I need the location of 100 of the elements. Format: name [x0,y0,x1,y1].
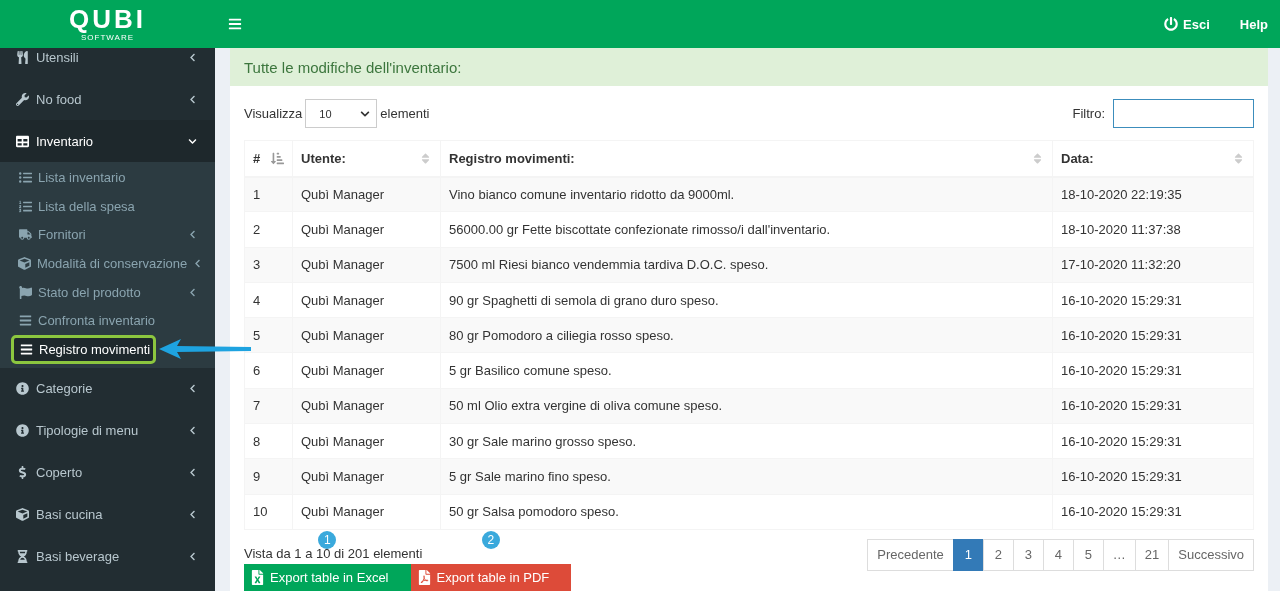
chevron-left-icon [188,468,197,478]
export-pdf-button[interactable]: Export table in PDF [410,563,572,591]
sidebar-item[interactable]: Categorie [0,367,215,410]
table-cell: 7500 ml Riesi bianco vendemmia tardiva D.O.C. speso. [440,247,1053,283]
chevron-left-icon [188,287,197,297]
chevron-down-icon [360,108,371,119]
table-cell: 16-10-2020 15:29:31 [1052,282,1254,318]
panel-title: Tutte le modifiche dell'inventario: [230,48,1268,86]
filter-field[interactable] [1113,99,1254,128]
table-cell: Qubì Manager [292,458,441,495]
pagination-button[interactable]: 3 [1012,538,1044,571]
excel-file-icon [250,570,265,586]
pagination-button[interactable]: Successivo [1168,538,1254,571]
number-badge: 2 [481,530,500,549]
table-cell: 10 [244,494,293,530]
help-link[interactable]: Help [1239,16,1268,32]
submenu-item[interactable]: Lista inventario [18,163,197,192]
table-cell: 6 [244,353,293,389]
cube-icon [15,508,29,522]
logo-text: QUBI [69,5,146,33]
sidebar-item[interactable]: Basi cucina [0,493,215,536]
column-header[interactable]: # [244,140,293,177]
info-icon [15,424,29,438]
table-cell: 16-10-2020 15:29:31 [1052,353,1254,389]
table-cell: Qubì Manager [292,211,441,248]
numbered-list-icon [18,199,32,213]
table-cell: 50 gr Salsa pomodoro speso. [440,494,1053,530]
table-cell: 3 [244,247,293,283]
table-cell: 16-10-2020 15:29:31 [1052,388,1254,424]
flag-icon [18,285,32,299]
table-cell: 5 gr Basilico comune speso. [440,353,1053,389]
sidebar-item[interactable]: Tipologie di menu [0,409,215,452]
info-icon [15,382,29,396]
wrench-icon [15,92,29,106]
table-cell: 16-10-2020 15:29:31 [1052,494,1254,530]
table-cell: Qubì Manager [292,247,441,283]
pagination-button[interactable]: 5 [1072,538,1104,571]
truck-icon [18,228,32,242]
pagination-button[interactable]: 1 [952,538,984,571]
pagination-button[interactable]: … [1102,538,1136,571]
sidebar-item[interactable]: No food [0,78,215,120]
cube-icon [18,256,31,270]
sidebar-item[interactable]: Utensili [0,48,215,78]
table-cell: 8 [244,423,293,459]
table-cell: 1 [244,176,293,212]
submenu-item[interactable]: Modalità di conservazione [18,249,197,278]
table-cell: Qubì Manager [292,494,441,530]
submenu-item[interactable]: Stato del prodotto [18,277,197,307]
logout-link[interactable]: Esci [1164,16,1210,32]
pagination-button[interactable]: 2 [982,538,1014,571]
chevron-left-icon [188,384,197,394]
table-cell: 5 gr Sale marino fino speso. [440,458,1053,495]
menu-icon[interactable] [228,17,242,31]
column-header[interactable]: Registro movimenti: [440,140,1053,177]
table-cell: 30 gr Sale marino grosso speso. [440,423,1053,459]
number-badge: 1 [318,530,337,549]
table-cell: 4 [244,282,293,318]
pagination-button[interactable]: 4 [1042,538,1074,571]
export-excel-button[interactable]: Export table in Excel [244,563,411,591]
table-cell: Qubì Manager [292,423,441,459]
table-cell: Qubì Manager [292,176,441,212]
table-cell: Vino bianco comune inventario ridotto da 9000ml. [440,176,1053,212]
pagination-button[interactable]: Precedente [867,538,954,571]
table-cell: 16-10-2020 15:29:31 [1052,423,1254,459]
table-cell: 2 [244,211,293,248]
column-header[interactable]: Utente: [292,140,441,177]
utensils-icon [15,50,29,64]
length-label: Visualizza [244,106,303,121]
power-icon [1164,17,1179,31]
table-icon [15,134,29,148]
chevron-down-icon [188,136,197,146]
sidebar-item[interactable]: Coperto [0,451,215,494]
table-cell: 18-10-2020 22:19:35 [1052,176,1254,212]
sidebar-item[interactable]: Basi beverage [0,535,215,578]
page-size-select[interactable]: 10 [305,99,378,128]
pdf-file-icon [416,570,432,586]
chevron-left-icon [188,94,197,104]
submenu-item[interactable]: Registro movimenti [11,335,156,364]
chevron-left-icon [188,52,197,62]
chevron-left-icon [193,258,203,268]
table-cell: 56000.00 gr Fette biscottate confezionate rimosso/i dall'inventario. [440,211,1053,248]
sidebar-item[interactable]: Inventario [0,120,215,162]
submenu-item[interactable]: Fornitori [18,220,197,250]
table-cell: Qubì Manager [292,353,441,389]
menu-lines-icon [18,314,32,328]
submenu-item[interactable]: Confronta inventario [18,306,197,336]
list-icon [18,170,32,184]
hourglass-icon [15,550,29,564]
table-cell: 16-10-2020 15:29:31 [1052,317,1254,353]
chevron-left-icon [188,230,197,240]
table-cell: 50 ml Olio extra vergine di oliva comune speso. [440,388,1053,424]
table-cell: 17-10-2020 11:32:20 [1052,247,1254,283]
table-cell: 16-10-2020 15:29:31 [1052,458,1254,495]
length-label: elementi [380,106,430,121]
chevron-left-icon [188,510,197,520]
chevron-left-icon [188,552,197,562]
table-cell: Qubì Manager [292,388,441,424]
table-cell: 18-10-2020 11:37:38 [1052,211,1254,248]
submenu-item[interactable]: Lista della spesa [18,191,197,221]
column-header[interactable]: Data: [1052,140,1254,177]
